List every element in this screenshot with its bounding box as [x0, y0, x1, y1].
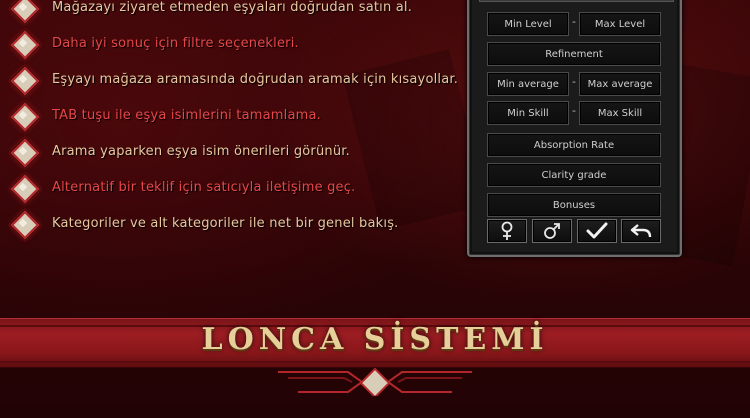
min-level-label: Min Level: [504, 18, 552, 30]
feature-text: Arama yaparken eşya isim önerileri görün…: [52, 143, 350, 159]
feature-text: TAB tuşu ile eşya isimlerini tamamlama.: [52, 107, 321, 123]
back-button[interactable]: [621, 219, 661, 243]
min-average-label: Min average: [497, 78, 559, 90]
checkmark-icon: [586, 222, 608, 239]
absorption-rate-button[interactable]: Absorption Rate: [487, 133, 661, 157]
diamond-bullet-icon: [8, 0, 38, 22]
feature-text: Alternatif bir teklif için satıcıyla ile…: [52, 179, 356, 195]
feature-item: Alternatif bir teklif için satıcıyla ile…: [8, 172, 355, 202]
feature-text: Eşyayı mağaza aramasında doğrudan aramak…: [52, 71, 459, 87]
min-level-field[interactable]: Min Level: [487, 12, 569, 36]
diamond-bullet-icon: [8, 64, 38, 94]
feature-text: Daha iyi sonuç için filtre seçenekleri.: [52, 35, 299, 51]
diamond-bullet-icon: [8, 208, 38, 238]
max-skill-label: Max Skill: [597, 107, 643, 119]
diamond-bullet-icon: [8, 28, 38, 58]
section-title: LONCA SİSTEMİ: [201, 322, 549, 357]
feature-text: Mağazayı ziyaret etmeden eşyaları doğrud…: [52, 0, 413, 15]
feature-item: Kategoriler ve alt kategoriler ile net b…: [8, 208, 399, 238]
range-separator: -: [572, 104, 576, 117]
feature-item: TAB tuşu ile eşya isimlerini tamamlama.: [8, 100, 321, 130]
min-skill-field[interactable]: Min Skill: [487, 101, 569, 125]
max-level-label: Max Level: [594, 18, 646, 30]
bonuses-label: Bonuses: [552, 199, 596, 211]
female-filter-button[interactable]: [487, 219, 527, 243]
feature-item: Daha iyi sonuç için filtre seçenekleri.: [8, 28, 299, 58]
max-average-label: Max average: [587, 78, 653, 90]
range-separator: -: [572, 15, 576, 28]
max-skill-field[interactable]: Max Skill: [579, 101, 661, 125]
refinement-label: Refinement: [545, 48, 603, 60]
min-skill-label: Min Skill: [507, 107, 549, 119]
banner-divider: [0, 361, 750, 363]
refinement-button[interactable]: Refinement: [487, 42, 661, 66]
min-average-field[interactable]: Min average: [487, 72, 569, 96]
filter-panel: Min Level - Max Level Refinement Min ave…: [467, 0, 682, 257]
feature-item: Arama yaparken eşya isim önerileri görün…: [8, 136, 350, 166]
male-icon: [544, 223, 560, 239]
feature-item: Mağazayı ziyaret etmeden eşyaları doğrud…: [8, 0, 412, 22]
feature-text: Kategoriler ve alt kategoriler ile net b…: [52, 215, 399, 231]
clarity-grade-label: Clarity grade: [541, 169, 607, 181]
female-icon: [501, 221, 513, 240]
clarity-grade-button[interactable]: Clarity grade: [487, 163, 661, 187]
max-average-field[interactable]: Max average: [579, 72, 661, 96]
male-filter-button[interactable]: [532, 219, 572, 243]
bonuses-button[interactable]: Bonuses: [487, 193, 661, 217]
confirm-button[interactable]: [577, 219, 617, 243]
max-level-field[interactable]: Max Level: [579, 12, 661, 36]
back-arrow-icon: [630, 224, 652, 238]
banner-ornament-icon: [278, 368, 472, 396]
diamond-bullet-icon: [8, 172, 38, 202]
diamond-bullet-icon: [8, 136, 38, 166]
feature-item: Eşyayı mağaza aramasında doğrudan aramak…: [8, 64, 458, 94]
panel-scrollbar[interactable]: [479, 0, 674, 2]
diamond-bullet-icon: [8, 100, 38, 130]
absorption-rate-label: Absorption Rate: [533, 139, 615, 151]
range-separator: -: [572, 75, 576, 88]
